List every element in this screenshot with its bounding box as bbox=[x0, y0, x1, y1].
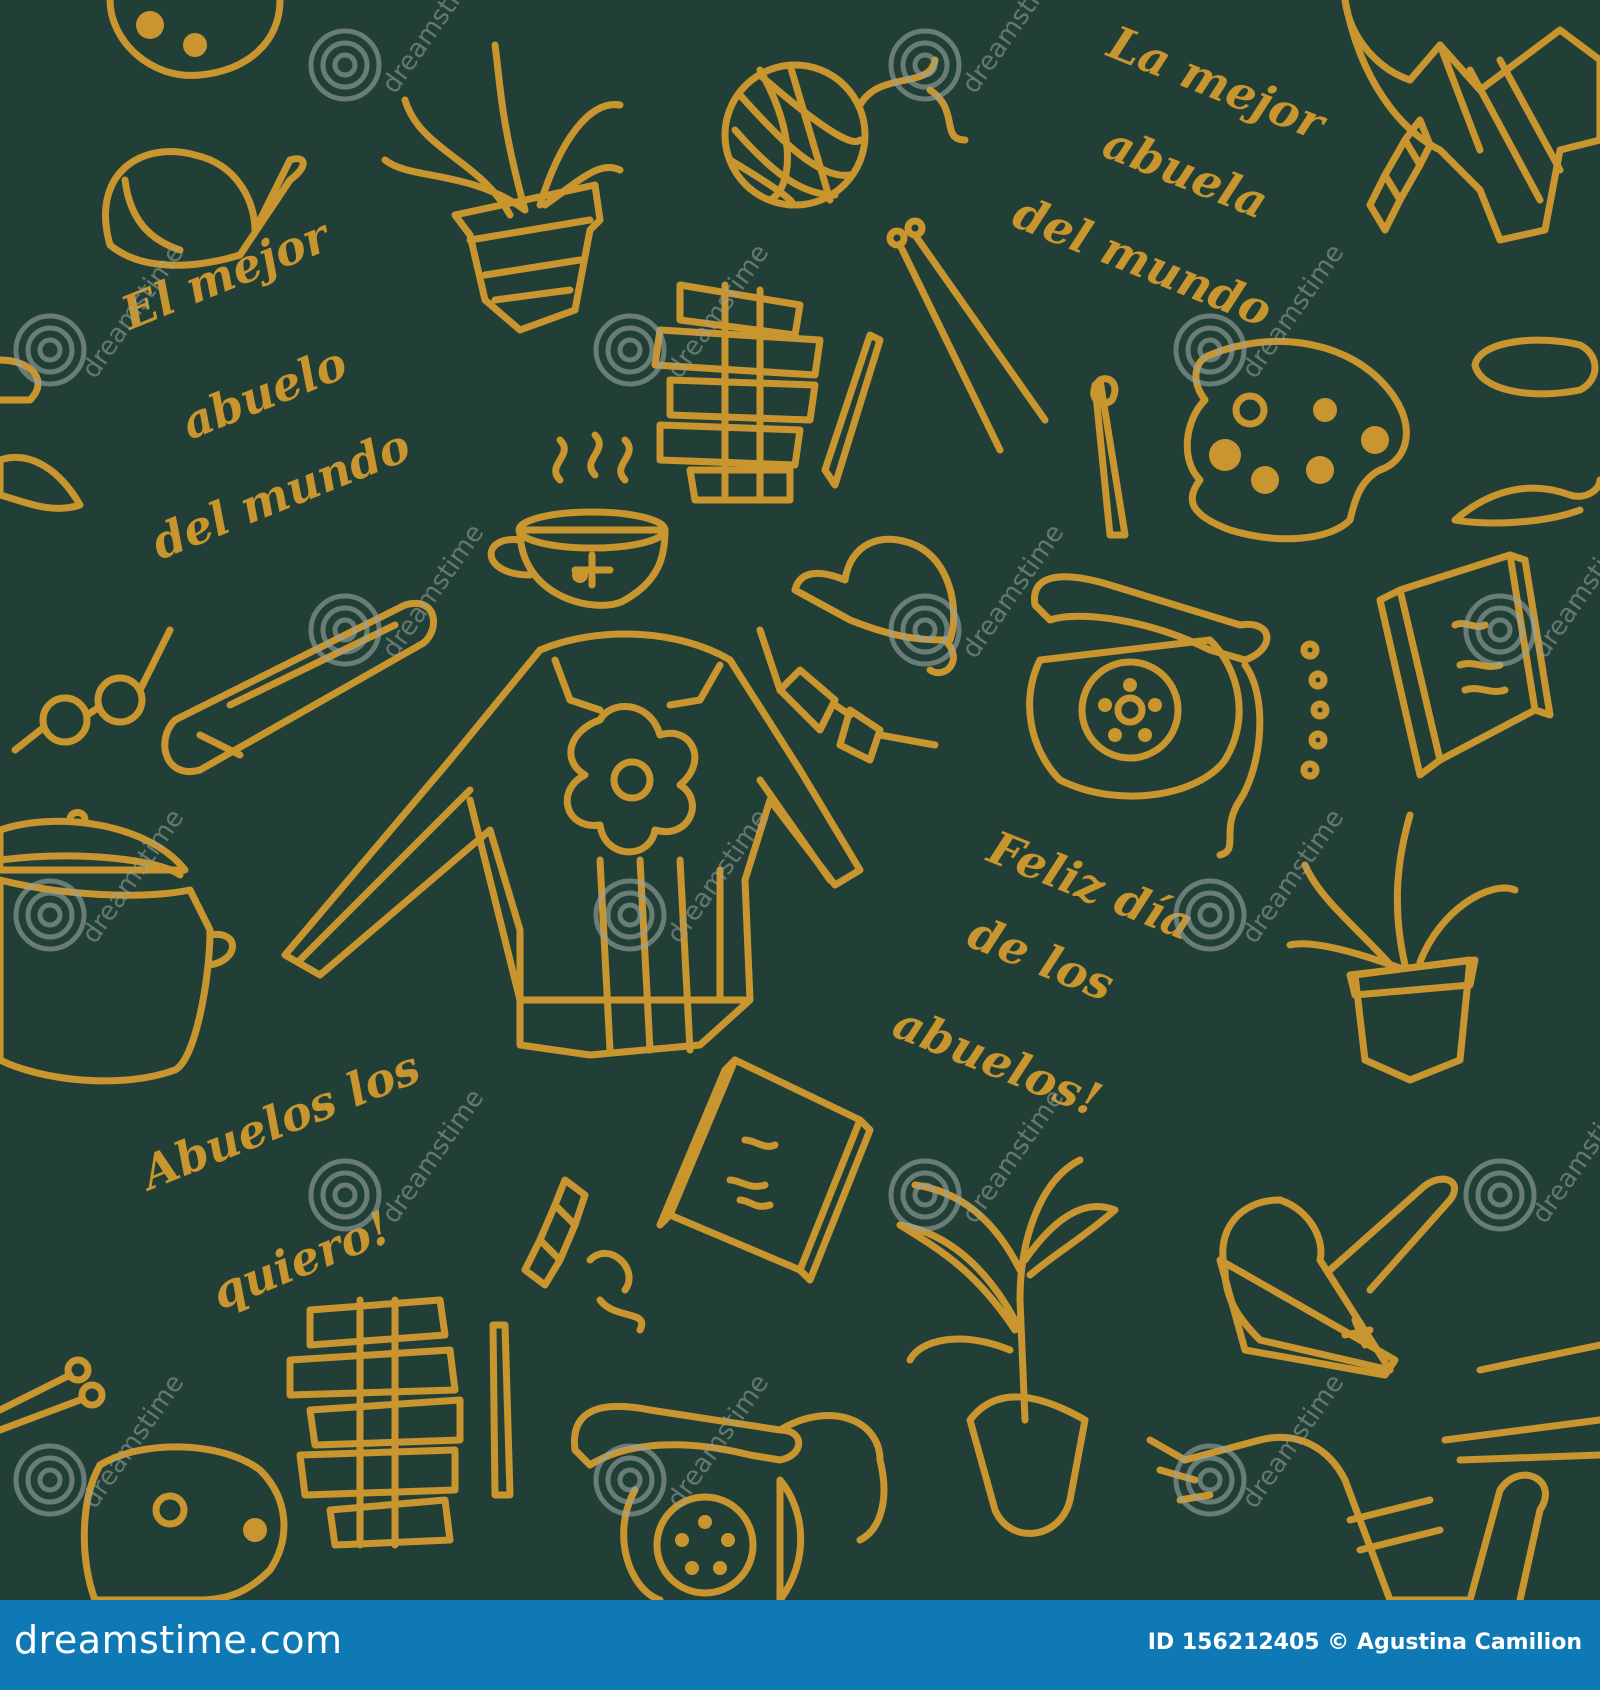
dial-hole bbox=[1138, 728, 1152, 742]
palette-paint-dot bbox=[1361, 426, 1389, 454]
palette-paint-dot bbox=[1313, 398, 1337, 422]
palette-paint-dot bbox=[1251, 466, 1279, 494]
palette-paint-dot bbox=[136, 11, 164, 39]
palette-paint-dot bbox=[183, 33, 207, 57]
palette-paint-dot bbox=[243, 1518, 267, 1542]
dial-hole bbox=[685, 1561, 699, 1575]
dial-hole bbox=[675, 1533, 689, 1547]
dial-hole bbox=[1108, 728, 1122, 742]
footer-image-credit: ID 156212405 © Agustina Camilion bbox=[1147, 1630, 1582, 1655]
dial-hole bbox=[698, 1515, 712, 1529]
footer-bar: dreamstime.com ID 156212405 © Agustina C… bbox=[0, 1600, 1600, 1690]
palette-paint-dot bbox=[1209, 439, 1241, 471]
dial-hole bbox=[721, 1533, 735, 1547]
cup-flower-dot bbox=[572, 567, 588, 583]
palette-paint-dot bbox=[1306, 456, 1334, 484]
dial-hole bbox=[1098, 698, 1112, 712]
dial-hole bbox=[1148, 698, 1162, 712]
dial-hole bbox=[1123, 678, 1137, 692]
dial-hole bbox=[713, 1561, 727, 1575]
pattern-canvas: El mejor abuelo del mundo La mejor abuel… bbox=[0, 0, 1600, 1600]
footer-brand-logo[interactable]: dreamstime.com bbox=[14, 1618, 342, 1662]
pattern-artwork: El mejor abuelo del mundo La mejor abuel… bbox=[0, 0, 1600, 1600]
